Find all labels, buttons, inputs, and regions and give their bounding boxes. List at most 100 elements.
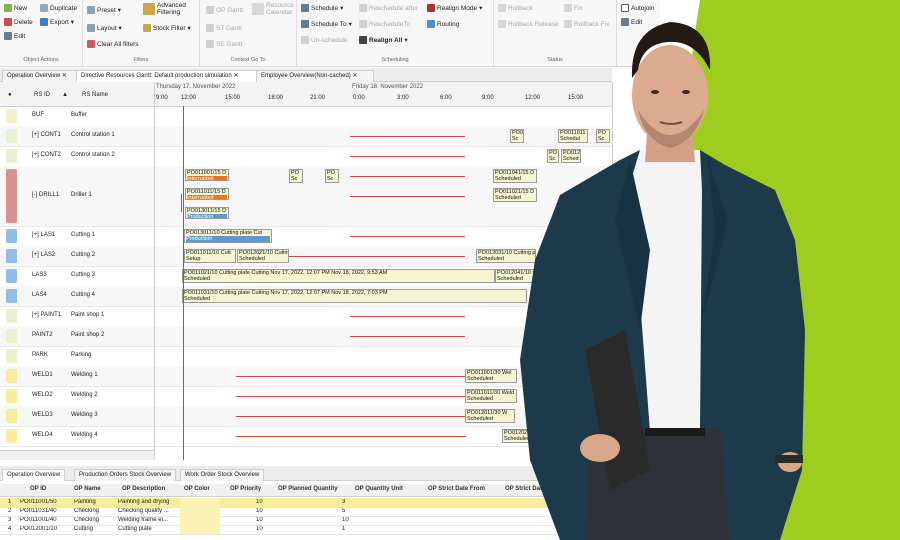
table-cell: Welding frame el... [118,517,168,523]
timeline-link-line [350,236,465,237]
reschedule-to-icon [359,20,367,28]
resource-id: WELD1 [32,372,53,378]
schedule-to-button[interactable]: Schedule To ▾ [301,20,352,28]
table-cell: 10 [256,526,263,532]
table-cell: Painting [74,499,96,505]
tab-directive-resources-gantt[interactable]: Directive Resources Gantt: Default produ… [76,70,258,82]
resource-id: WELD4 [32,432,53,438]
column-header-rs-id[interactable]: RS ID [34,92,50,98]
layout-button[interactable]: Layout ▾ [87,24,122,32]
column-header[interactable]: OP Strict Date From [428,486,485,492]
column-header[interactable]: OP Name [74,486,101,492]
resource-color-swatch [6,269,17,283]
column-header-rs-name[interactable]: RS Name [82,92,108,98]
new-button[interactable]: New [4,4,27,12]
resource-color-swatch [6,289,17,303]
bar-status: Setup [186,256,201,262]
op-color-cell [180,507,220,516]
se-gantt-button[interactable]: SE Gantt [206,40,242,48]
gantt-operation-bar[interactable]: PO012021/10 Cutting plaScheduled [237,249,289,263]
realign-all-button[interactable]: Realign All ▾ [359,36,408,44]
close-icon[interactable]: ✕ [233,73,238,79]
routing-button[interactable]: Routing [427,20,459,28]
resource-name: Welding 1 [71,372,98,378]
preset-button[interactable]: Preset ▾ [87,6,121,14]
resource-id: [+] CONT1 [32,132,61,138]
column-header[interactable]: OP Priority [230,486,261,492]
table-cell: Checking quality ... [118,508,169,514]
resource-id: PARK [32,352,48,358]
filter-icon [143,3,155,15]
duplicate-button[interactable]: Duplicate [40,4,77,12]
resource-name: Control station 1 [71,132,115,138]
ribbon-group-object-actions: New Duplicate Delete Export ▾ Edit Object… [0,0,83,66]
resource-color-swatch [6,409,17,423]
gantt-operation-bar[interactable]: PO011021/10 Cutting plate Cutting Nov 17… [182,269,495,283]
resource-id: WELD3 [32,412,53,418]
advanced-filtering-button[interactable]: Advanced Filtering [143,2,186,16]
ribbon-group-label: Context Go To [230,57,266,63]
chevron-down-icon: ▾ [404,37,408,44]
gantt-operation-bar[interactable]: PO Sc [289,169,303,183]
column-header[interactable]: OP Color [184,486,210,492]
tab-operation-overview[interactable]: Operation Overview ✕ [2,70,78,82]
realign-mode-button[interactable]: Realign Mode ▾ [427,4,482,12]
stock-filter-button[interactable]: Stock Filter ▾ [143,24,191,32]
reschedule-icon [359,4,367,12]
column-header[interactable]: OP ID [30,486,46,492]
column-header[interactable]: OP Description [122,486,165,492]
bar-status: Scheduled [184,296,210,302]
time-tick-label: 9:00 [156,95,168,101]
time-tick-label: 3:00 [397,95,409,101]
clear-all-filters-button[interactable]: Clear All filters [87,40,139,48]
table-cell: PO011001/50 [20,499,57,505]
timeline-link-line [350,336,465,337]
gantt-operation-bar[interactable]: PO011011/15 D Interrupted [185,188,229,200]
un-schedule-button[interactable]: Un-schedule [301,36,348,44]
tab-work-order-stock[interactable]: Work Order Stock Overview [180,469,265,481]
table-cell: Checking [74,517,100,523]
calendar-icon [252,3,264,15]
tab-production-orders-stock[interactable]: Production Orders Stock Overview [74,469,177,481]
resource-name: Paint shop 2 [71,332,105,338]
delete-button[interactable]: Delete [4,18,33,26]
gantt-operation-bar[interactable]: PO011001/15 D Interrupted [185,169,229,181]
chevron-down-icon: ▾ [117,7,122,14]
unschedule-icon [301,36,309,44]
column-header[interactable]: OP Quantity Unit [355,486,403,492]
export-button[interactable]: Export ▾ [40,18,74,26]
resource-calendar-button[interactable]: Resource Calendar [252,2,294,16]
gantt-operation-bar[interactable]: PO013011/10 Cutting plate Cut Production [184,229,272,243]
table-cell: 10 [256,508,263,514]
bar-status: Scheduled [239,256,265,262]
resource-color-swatch [6,349,17,363]
resource-color-swatch [6,389,17,403]
st-gantt-button[interactable]: ST Gantt [206,24,242,32]
reschedule-after-button[interactable]: Reschedule after [359,4,418,12]
edit-button[interactable]: Edit [4,32,25,40]
preset-icon [87,6,95,14]
reschedule-to-button[interactable]: RescheduleTo [359,20,410,28]
resource-color-swatch [6,109,17,123]
resource-color-swatch [6,369,17,383]
gantt-operation-bar[interactable]: PO011011/10 Cutt Setup [184,249,236,263]
table-cell: 4 [8,526,12,532]
chevron-down-icon: ▾ [118,25,122,32]
gantt-operation-bar[interactable]: PO013011/15 D Production [185,207,229,219]
schedule-button[interactable]: Schedule ▾ [301,4,343,12]
tab-operation-overview-bottom[interactable]: Operation Overview [2,469,66,481]
resource-name: Cutting 1 [71,232,96,238]
ribbon-group-scheduling: Schedule ▾ Reschedule after Realign Mode ▾… [297,0,494,66]
tab-employee-overview[interactable]: Employee Overview(Non-cached) ✕ [256,70,374,82]
gantt-operation-bar[interactable]: PO Sc [325,169,339,183]
horizontal-scrollbar[interactable] [0,450,154,460]
op-gantt-button[interactable]: OP Gantt [206,6,243,14]
select-all-marker[interactable]: ● [8,92,12,98]
column-header[interactable]: OP Planned Quantity [278,486,338,492]
time-tick-label: 12:00 [181,95,197,101]
close-icon[interactable]: ✕ [62,73,67,79]
close-icon[interactable]: ✕ [352,73,357,79]
table-cell: 10 [256,499,263,505]
resource-color-swatch [6,429,17,443]
gantt-operation-bar[interactable]: PO011031/10 Cutting plate Cutting Nov 17… [182,289,527,303]
